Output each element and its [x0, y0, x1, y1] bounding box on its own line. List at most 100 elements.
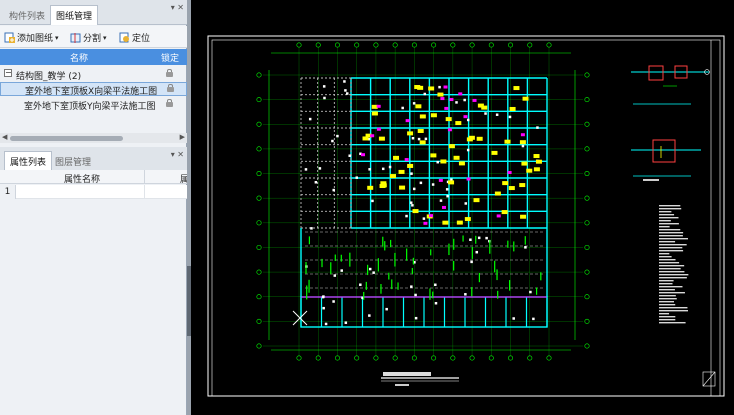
beam-tag: [440, 159, 447, 164]
column: [495, 113, 499, 116]
scroll-right-icon[interactable]: ▶: [180, 133, 185, 141]
column-property-name[interactable]: 属性名称: [64, 172, 100, 185]
beam-tag-marker: [444, 106, 449, 110]
left-panel: 构件列表 图纸管理 ▾ ✕ 添加图纸 ▾ 分割 ▾ 定位 名称 锁定 − 结构图…: [0, 0, 189, 415]
axis-bubble: [584, 220, 590, 226]
pin-icon[interactable]: ▾ ✕: [171, 3, 184, 12]
column: [466, 118, 470, 122]
add-drawing-button[interactable]: 添加图纸 ▾: [4, 30, 59, 45]
tree-item-drawing-y[interactable]: 室外地下室顶板Y向梁平法施工图: [0, 97, 187, 112]
tab-property-list[interactable]: 属性列表: [4, 151, 53, 171]
beam-tag: [378, 136, 385, 141]
column: [368, 314, 371, 317]
cad-drawing-canvas[interactable]: [191, 0, 734, 415]
axis-bubble: [584, 121, 590, 127]
axis-bubble: [546, 42, 552, 48]
axis-bubble: [450, 355, 456, 361]
property-grid-header: 属性名称 属: [0, 170, 189, 185]
note-line: [659, 244, 687, 246]
app-window: 构件列表 图纸管理 ▾ ✕ 添加图纸 ▾ 分割 ▾ 定位 名称 锁定 − 结构图…: [0, 0, 734, 415]
column: [368, 168, 371, 171]
column-name[interactable]: 名称: [70, 51, 88, 64]
collapse-icon[interactable]: −: [4, 69, 12, 77]
axis-bubble: [450, 42, 456, 48]
column: [414, 293, 417, 297]
axis-bubble: [296, 355, 302, 361]
axis-bubble: [354, 42, 360, 48]
beam-tag: [428, 86, 435, 91]
axis-bubble: [256, 220, 262, 226]
column: [318, 167, 322, 170]
note-line: [659, 298, 677, 300]
scrollbar-thumb[interactable]: [10, 136, 123, 141]
chevron-down-icon: ▾: [103, 33, 107, 42]
locate-label: 定位: [132, 34, 151, 44]
axis-bubble: [256, 269, 262, 275]
beam-tag: [520, 214, 527, 219]
beam-tag: [415, 104, 422, 109]
tab-component-list[interactable]: 构件列表: [4, 6, 50, 25]
beam-tag: [519, 140, 526, 145]
beam-tag-marker: [463, 115, 468, 119]
axis-bubble: [584, 244, 590, 250]
note-line: [659, 277, 687, 279]
lock-icon[interactable]: [166, 99, 173, 108]
split-button[interactable]: 分割 ▾: [70, 30, 107, 45]
tree-group-label: 结构图_教学 (2): [16, 72, 82, 82]
plan-scale-mark: [395, 384, 409, 386]
note-line: [659, 226, 670, 228]
pin-icon[interactable]: ▾ ✕: [171, 150, 184, 159]
column: [332, 188, 335, 192]
locate-button[interactable]: 定位: [119, 30, 150, 45]
tab-layer-management[interactable]: 图层管理: [50, 152, 96, 171]
beam-tag: [533, 154, 540, 159]
column: [424, 137, 428, 141]
tab-drawing-management[interactable]: 图纸管理: [50, 5, 99, 25]
cad-drawing[interactable]: [191, 0, 734, 415]
axis-bubble: [411, 42, 417, 48]
lock-icon[interactable]: [166, 69, 173, 78]
beam-tag: [504, 139, 511, 144]
note-line: [659, 274, 689, 276]
column: [524, 246, 527, 249]
beam-tag: [519, 183, 526, 188]
note-line: [659, 223, 679, 225]
column: [470, 260, 473, 264]
note-line: [659, 319, 676, 321]
column: [310, 227, 313, 230]
scroll-left-icon[interactable]: ◀: [2, 133, 7, 141]
axis-bubble: [469, 42, 475, 48]
beam-tag: [393, 155, 400, 160]
column: [434, 283, 437, 287]
column: [529, 290, 532, 294]
note-line: [659, 250, 684, 252]
axis-bubble: [469, 355, 475, 361]
beam-tag-marker: [458, 92, 463, 96]
beam-tag-marker: [441, 205, 446, 209]
property-row[interactable]: 1: [0, 185, 187, 199]
beam-tag: [473, 198, 480, 203]
column: [469, 238, 472, 241]
column-lock[interactable]: 锁定: [161, 51, 179, 64]
axis-bubble: [584, 97, 590, 103]
lock-icon[interactable]: [167, 84, 174, 93]
beam-tag-marker: [404, 158, 409, 162]
beam-tag: [448, 144, 455, 149]
tree-item-drawing-x[interactable]: 室外地下室顶板X向梁平法施工图: [0, 82, 187, 97]
beam-tag-marker: [443, 85, 448, 89]
tree-group-row[interactable]: − 结构图_教学 (2): [0, 67, 187, 82]
horizontal-scrollbar[interactable]: ◀ ▶: [0, 133, 187, 143]
axis-bubble: [256, 121, 262, 127]
column: [422, 217, 426, 220]
beam-tag: [442, 220, 449, 225]
beam-tag: [445, 117, 452, 122]
beam-tag: [407, 163, 414, 168]
axis-bubble: [584, 294, 590, 300]
column: [345, 92, 349, 95]
note-line: [659, 241, 676, 243]
beam-tag-marker: [520, 133, 525, 137]
add-drawing-label: 添加图纸: [17, 34, 54, 44]
column: [423, 92, 427, 96]
row-number: 1: [0, 185, 16, 199]
beam-tag-marker: [405, 119, 410, 123]
